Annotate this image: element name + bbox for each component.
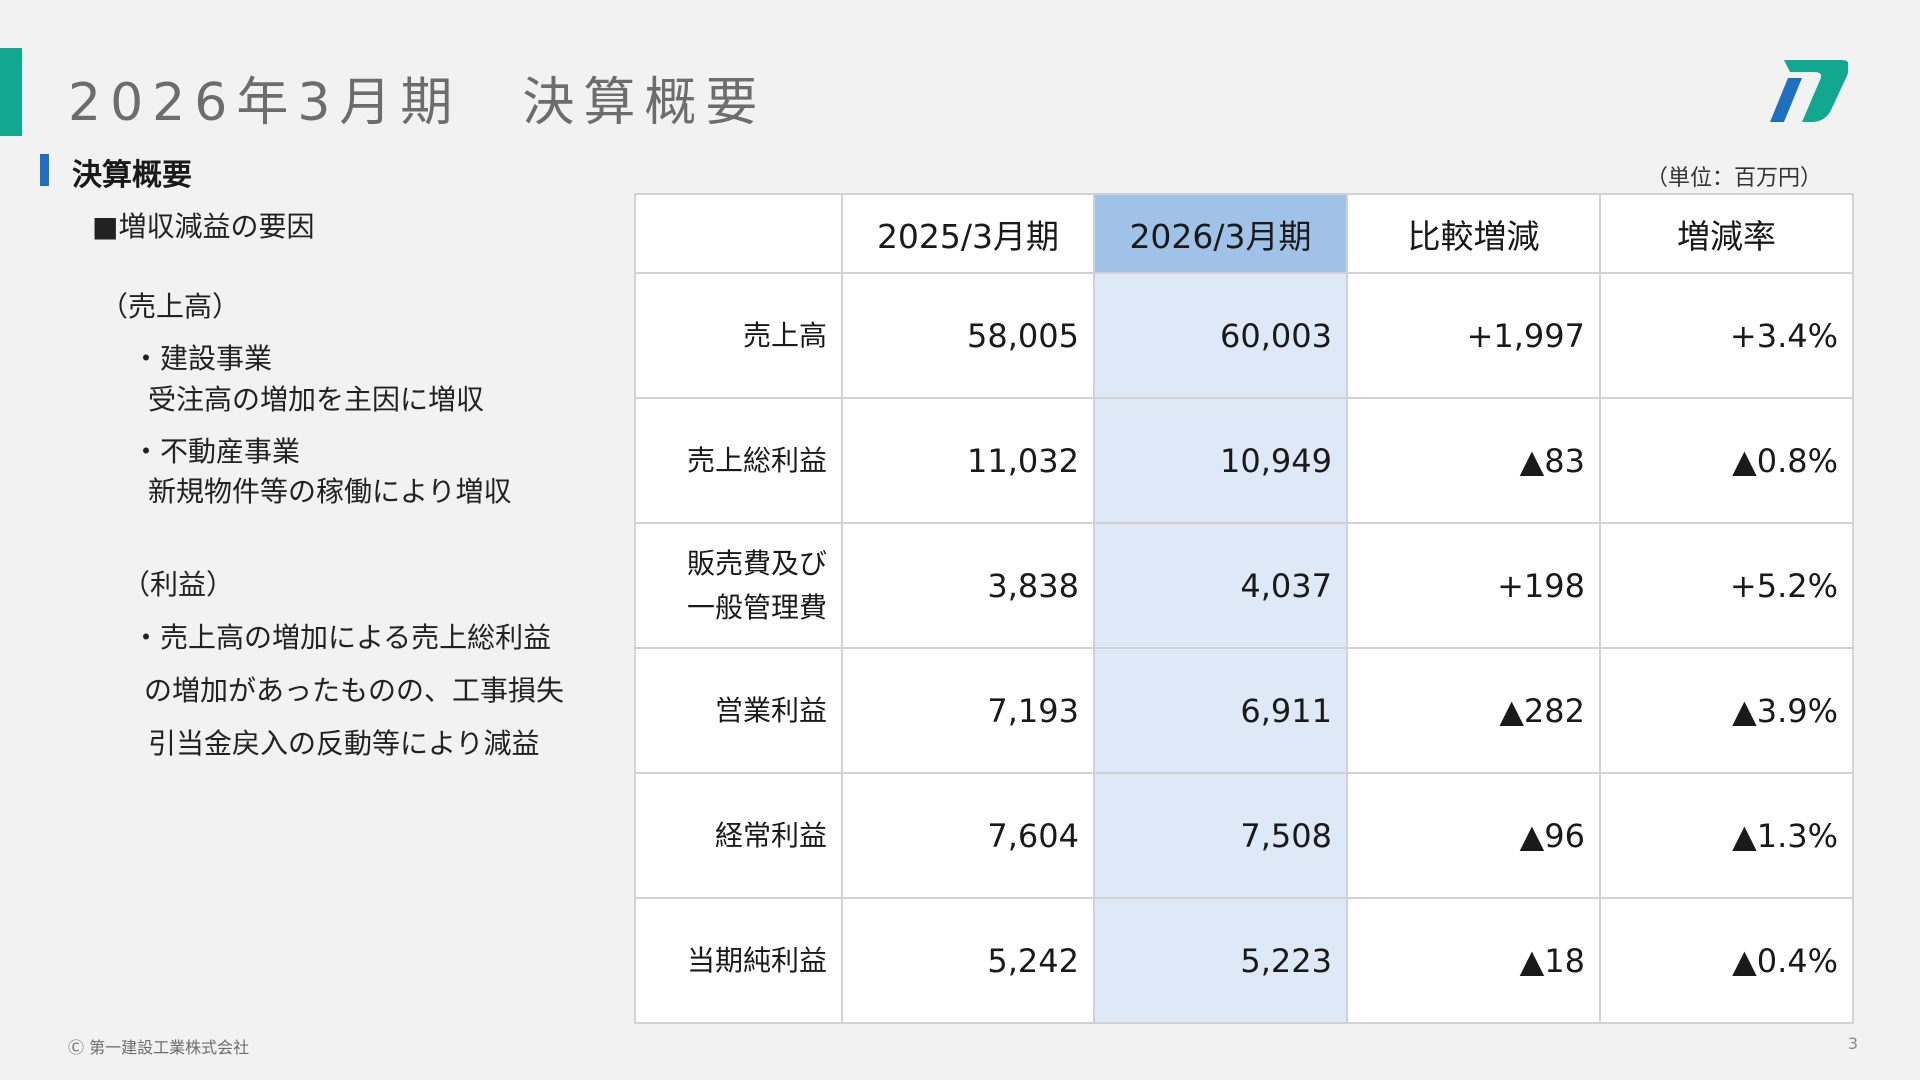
table-row: 経常利益 7,604 7,508 ▲96 ▲1.3% [634,772,1854,899]
table-row: 営業利益 7,193 6,911 ▲282 ▲3.9% [634,647,1854,774]
cell-prev: 58,005 [841,272,1095,399]
cell-rate: ▲0.4% [1599,897,1854,1024]
cell-rate: +5.2% [1599,522,1854,649]
cell-rate: ▲1.3% [1599,772,1854,899]
cell-prev: 7,193 [841,647,1095,774]
page-title: 2026年3月期 決算概要 [68,73,767,133]
table-row: 当期純利益 5,242 5,223 ▲18 ▲0.4% [634,897,1854,1024]
cell-current: 4,037 [1093,522,1348,649]
sales-heading: （売上高） [100,290,241,323]
sales-item-detail: 新規物件等の稼働により増収 [148,475,512,508]
cell-change: ▲18 [1346,897,1601,1024]
title-accent-bar [0,48,22,136]
unit-note: （単位：百万円） [1645,166,1822,191]
company-logo-icon [1770,60,1848,122]
cell-change: ▲83 [1346,397,1601,524]
cell-rate: +3.4% [1599,272,1854,399]
row-label: 経常利益 [634,772,843,899]
cell-rate: ▲0.8% [1599,397,1854,524]
cell-prev: 11,032 [841,397,1095,524]
table-header-row: 2025/3月期 2026/3月期 比較増減 増減率 [634,193,1854,274]
row-label-line: 販売費及び [686,546,827,580]
cell-current: 60,003 [1093,272,1348,399]
row-label: 売上高 [634,272,843,399]
section-marker [40,154,49,186]
header-prev-year: 2025/3月期 [841,193,1095,274]
profit-heading: （利益） [122,568,235,601]
cell-change: +198 [1346,522,1601,649]
sales-item-detail: 受注高の増加を主因に増収 [148,383,485,416]
footer-copyright: Ⓒ 第一建設工業株式会社 [68,1038,250,1057]
cell-prev: 7,604 [841,772,1095,899]
factors-heading: ■増収減益の要因 [92,210,315,243]
table-row: 販売費及び 一般管理費 3,838 4,037 +198 +5.2% [634,522,1854,649]
cell-current: 5,223 [1093,897,1348,1024]
row-label-line: 一般管理費 [686,590,827,624]
row-label: 営業利益 [634,647,843,774]
section-title: 決算概要 [72,158,192,193]
cell-current: 6,911 [1093,647,1348,774]
page-number: 3 [1847,1034,1858,1053]
sales-item-title: ・不動産事業 [132,435,301,468]
profit-line: 引当金戻入の反動等により減益 [148,727,540,760]
profit-line: の増加があったものの、工事損失 [144,674,565,707]
cell-rate: ▲3.9% [1599,647,1854,774]
header-current-year: 2026/3月期 [1093,193,1348,274]
financial-summary-table: 2025/3月期 2026/3月期 比較増減 増減率 売上高 58,005 60… [634,193,1854,1024]
cell-change: ▲282 [1346,647,1601,774]
row-label: 当期純利益 [634,897,843,1024]
cell-current: 10,949 [1093,397,1348,524]
row-label: 販売費及び 一般管理費 [634,522,843,649]
cell-prev: 5,242 [841,897,1095,1024]
row-label: 売上総利益 [634,397,843,524]
header-change-rate: 増減率 [1599,193,1854,274]
table-row: 売上高 58,005 60,003 +1,997 +3.4% [634,272,1854,399]
sales-item-title: ・建設事業 [132,342,273,375]
header-cell-empty [634,193,843,274]
cell-current: 7,508 [1093,772,1348,899]
cell-prev: 3,838 [841,522,1095,649]
cell-change: ▲96 [1346,772,1601,899]
header-change: 比較増減 [1346,193,1601,274]
table-row: 売上総利益 11,032 10,949 ▲83 ▲0.8% [634,397,1854,524]
cell-change: +1,997 [1346,272,1601,399]
profit-line: ・売上高の増加による売上総利益 [132,621,552,654]
